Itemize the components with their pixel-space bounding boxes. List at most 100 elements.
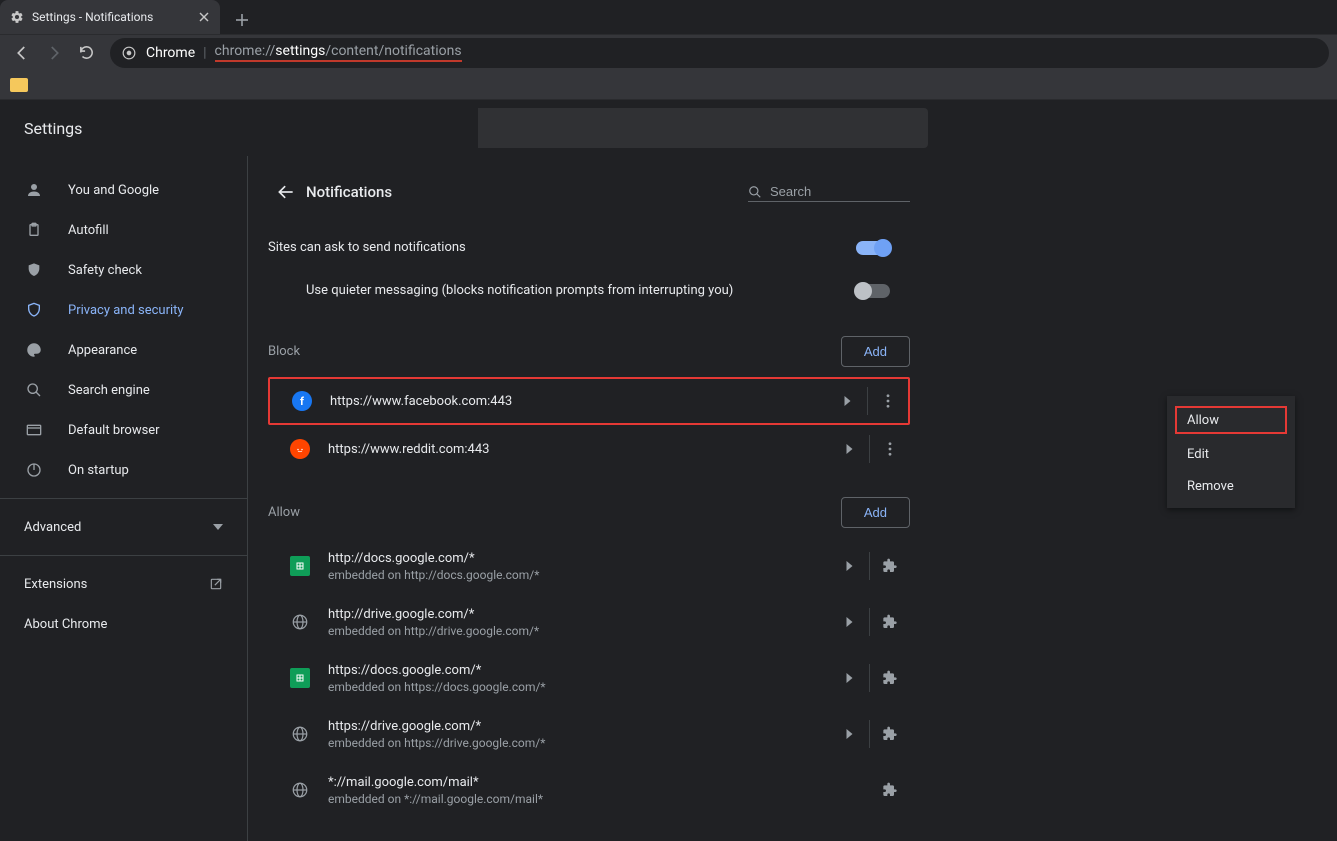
- allow-site-row[interactable]: http://drive.google.com/* embedded on ht…: [268, 594, 910, 650]
- block-site-row-facebook[interactable]: f https://www.facebook.com:443: [268, 377, 910, 425]
- setting-label: Sites can ask to send notifications: [268, 240, 466, 255]
- sidebar-item-you-and-google[interactable]: You and Google: [0, 170, 247, 210]
- close-icon[interactable]: [196, 9, 212, 25]
- setting-sites-can-ask: Sites can ask to send notifications: [268, 226, 910, 269]
- content-column: Notifications Sites can ask to send noti…: [268, 100, 910, 818]
- page-header: Notifications: [268, 174, 910, 210]
- globe-icon: [290, 780, 310, 800]
- sidebar-item-default-browser[interactable]: Default browser: [0, 410, 247, 450]
- expand-icon[interactable]: [829, 429, 869, 469]
- sidebar-item-autofill[interactable]: Autofill: [0, 210, 247, 250]
- sidebar-item-label: Autofill: [68, 223, 109, 238]
- back-arrow-button[interactable]: [268, 174, 304, 210]
- sidebar-extensions-link[interactable]: Extensions: [0, 564, 247, 604]
- bookmarks-bar: [0, 70, 1337, 100]
- chrome-icon: [122, 46, 136, 60]
- site-url: http://docs.google.com/*: [328, 551, 829, 566]
- extension-icon[interactable]: [870, 546, 910, 586]
- site-url: http://drive.google.com/*: [328, 607, 829, 622]
- browser-tab[interactable]: Settings - Notifications: [0, 0, 220, 34]
- site-subtext: embedded on *://mail.google.com/mail*: [328, 792, 829, 806]
- sidebar-item-label: Search engine: [68, 383, 150, 398]
- allow-site-row[interactable]: http://docs.google.com/* embedded on htt…: [268, 538, 910, 594]
- setting-label: Use quieter messaging (blocks notificati…: [306, 283, 733, 298]
- chrome-scheme-label: Chrome: [146, 45, 195, 61]
- divider: [0, 498, 247, 499]
- clipboard-icon: [24, 221, 44, 239]
- new-tab-button[interactable]: [228, 6, 256, 34]
- expand-icon[interactable]: [829, 602, 869, 642]
- ctx-edit[interactable]: Edit: [1167, 438, 1295, 470]
- shield-check-icon: [24, 261, 44, 279]
- divider: |: [203, 45, 206, 61]
- person-icon: [24, 181, 44, 199]
- expand-icon[interactable]: [829, 546, 869, 586]
- allow-section-header: Allow Add: [268, 497, 910, 528]
- search-icon: [24, 382, 44, 398]
- more-actions-button[interactable]: [868, 381, 908, 421]
- bookmark-folder-icon[interactable]: [10, 78, 28, 92]
- extension-icon[interactable]: [870, 658, 910, 698]
- content-area: You and Google Autofill Safety check Pri…: [0, 100, 1337, 841]
- sidebar-item-label: Safety check: [68, 263, 142, 278]
- add-allow-button[interactable]: Add: [841, 497, 910, 528]
- extension-icon[interactable]: [870, 770, 910, 810]
- add-block-button[interactable]: Add: [841, 336, 910, 367]
- reddit-favicon: [290, 439, 310, 459]
- sidebar-item-search-engine[interactable]: Search engine: [0, 370, 247, 410]
- gear-icon: [10, 10, 24, 24]
- address-bar[interactable]: Chrome | chrome://settings/content/notif…: [110, 38, 1329, 68]
- extension-icon[interactable]: [870, 602, 910, 642]
- sidebar-advanced-toggle[interactable]: Advanced: [0, 507, 247, 547]
- page-search-input[interactable]: [770, 184, 890, 199]
- forward-button[interactable]: [40, 39, 68, 67]
- browser-tab-bar: Settings - Notifications: [0, 0, 1337, 34]
- external-link-icon: [209, 577, 223, 591]
- globe-icon: [290, 724, 310, 744]
- expand-icon[interactable]: [829, 658, 869, 698]
- expand-icon[interactable]: [827, 381, 867, 421]
- palette-icon: [24, 341, 44, 359]
- settings-sidebar: You and Google Autofill Safety check Pri…: [0, 100, 248, 841]
- site-subtext: embedded on http://drive.google.com/*: [328, 624, 829, 638]
- shield-icon: [24, 301, 44, 319]
- more-actions-button[interactable]: [870, 429, 910, 469]
- ctx-remove[interactable]: Remove: [1167, 470, 1295, 502]
- allow-heading: Allow: [268, 505, 300, 520]
- sidebar-item-appearance[interactable]: Appearance: [0, 330, 247, 370]
- allow-site-row[interactable]: https://docs.google.com/* embedded on ht…: [268, 650, 910, 706]
- site-url: *://mail.google.com/mail*: [328, 775, 829, 790]
- sidebar-item-label: Appearance: [68, 343, 137, 358]
- extension-icon[interactable]: [870, 714, 910, 754]
- facebook-favicon: f: [292, 391, 312, 411]
- allow-site-row[interactable]: *://mail.google.com/mail* embedded on *:…: [268, 762, 910, 818]
- ctx-allow[interactable]: Allow: [1173, 404, 1289, 436]
- page-search[interactable]: [748, 182, 910, 202]
- block-site-row-reddit[interactable]: https://www.reddit.com:443: [268, 425, 910, 473]
- sidebar-item-label: Default browser: [68, 423, 160, 438]
- toggle-sites-can-ask[interactable]: [856, 241, 890, 255]
- reload-button[interactable]: [72, 39, 100, 67]
- block-section-header: Block Add: [268, 336, 910, 367]
- site-url: https://www.reddit.com:443: [328, 442, 829, 457]
- browser-icon: [24, 423, 44, 437]
- setting-quieter-messaging: Use quieter messaging (blocks notificati…: [268, 269, 910, 312]
- block-heading: Block: [268, 344, 300, 359]
- sheets-favicon: [290, 668, 310, 688]
- site-url: https://docs.google.com/*: [328, 663, 829, 678]
- sidebar-item-on-startup[interactable]: On startup: [0, 450, 247, 490]
- settings-app-header: Settings: [0, 100, 478, 156]
- page-title: Notifications: [306, 183, 748, 201]
- allow-site-row[interactable]: https://drive.google.com/* embedded on h…: [268, 706, 910, 762]
- back-button[interactable]: [8, 39, 36, 67]
- toggle-quieter-messaging[interactable]: [856, 284, 890, 298]
- sidebar-about-link[interactable]: About Chrome: [0, 604, 247, 644]
- sidebar-item-label: Privacy and security: [68, 303, 184, 318]
- globe-icon: [290, 612, 310, 632]
- site-subtext: embedded on http://docs.google.com/*: [328, 568, 829, 582]
- sidebar-item-privacy-security[interactable]: Privacy and security: [0, 290, 247, 330]
- sidebar-item-safety-check[interactable]: Safety check: [0, 250, 247, 290]
- expand-icon[interactable]: [829, 714, 869, 754]
- site-url: https://drive.google.com/*: [328, 719, 829, 734]
- site-subtext: embedded on https://drive.google.com/*: [328, 736, 829, 750]
